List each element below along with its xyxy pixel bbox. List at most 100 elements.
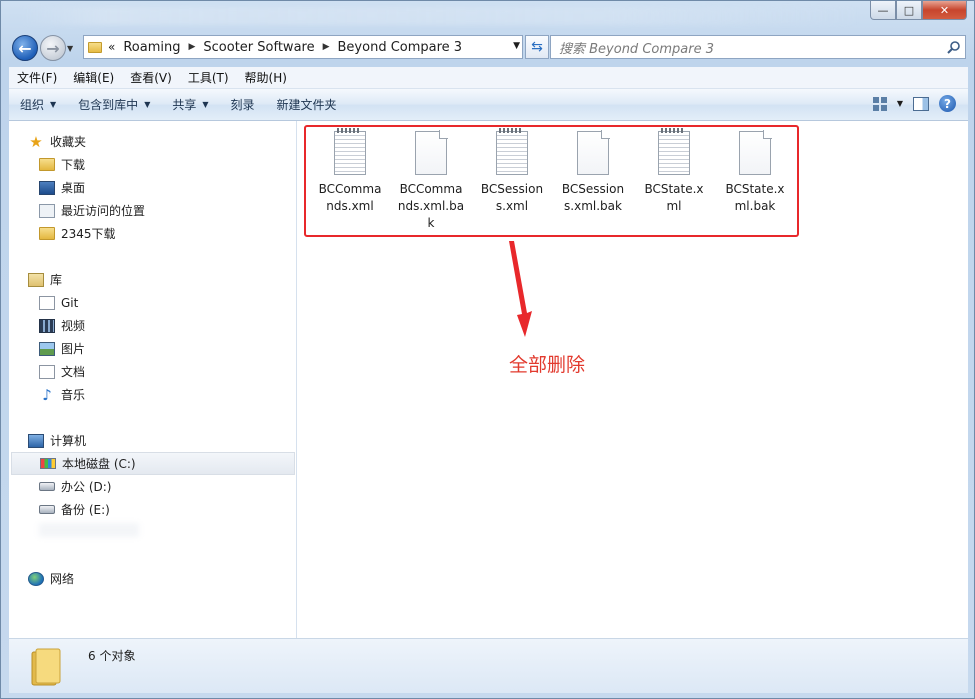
menu-help[interactable]: 帮助(H)	[237, 69, 295, 86]
annotation-text: 全部删除	[509, 354, 586, 376]
caption-buttons: — □ ✕	[870, 1, 967, 20]
recent-pages-dropdown[interactable]: ▼	[67, 44, 73, 53]
sidebar-item-libraries[interactable]: 库	[9, 268, 296, 291]
status-bar: 6 个对象	[9, 638, 968, 693]
music-note-icon: ♪	[42, 385, 52, 404]
sidebar-item-computer[interactable]: 计算机	[9, 429, 296, 452]
library-icon	[28, 272, 44, 287]
git-library-icon	[39, 295, 55, 310]
title-bar	[21, 7, 861, 25]
menu-bar: 文件(F) 编辑(E) 查看(V) 工具(T) 帮助(H)	[9, 67, 968, 89]
sidebar-item-music[interactable]: ♪ 音乐	[9, 383, 296, 406]
refresh-button[interactable]: ⇆	[525, 35, 549, 59]
search-placeholder: 搜索 Beyond Compare 3	[559, 41, 714, 57]
sidebar-item-label: 网络	[50, 572, 75, 586]
recent-places-icon	[39, 203, 55, 218]
organize-button[interactable]: 组织 ▼	[9, 96, 67, 113]
sidebar-item-pictures[interactable]: 图片	[9, 337, 296, 360]
command-bar-right: ▼ ?	[872, 95, 956, 112]
breadcrumb-item[interactable]: Scooter Software	[203, 40, 314, 55]
menu-view[interactable]: 查看(V)	[122, 69, 180, 86]
breadcrumb-overflow[interactable]: «	[108, 40, 115, 54]
sidebar-item-label: 最近访问的位置	[61, 204, 146, 218]
chevron-down-icon: ▼	[202, 100, 209, 109]
navigation-pane: ★ 收藏夹 下载 桌面 最近访问的位置 2345下载 库 Git 视频 图片 文…	[9, 121, 297, 638]
star-icon: ★	[29, 132, 43, 151]
chevron-down-icon[interactable]: ▼	[513, 41, 520, 51]
video-icon	[39, 318, 55, 333]
document-icon	[39, 364, 55, 379]
chevron-down-icon: ▼	[144, 100, 151, 109]
include-in-library-label: 包含到库中	[78, 98, 139, 112]
include-in-library-button[interactable]: 包含到库中 ▼	[67, 96, 161, 113]
highlight-box	[304, 125, 799, 237]
sidebar-item-label: 音乐	[61, 388, 86, 402]
menu-tools[interactable]: 工具(T)	[180, 69, 237, 86]
menu-edit[interactable]: 编辑(E)	[65, 69, 122, 86]
change-view-icon[interactable]	[872, 96, 887, 111]
sidebar-item-documents[interactable]: 文档	[9, 360, 296, 383]
sidebar-item-git[interactable]: Git	[9, 291, 296, 314]
breadcrumb-item[interactable]: Roaming	[123, 40, 180, 55]
sidebar-item-drive-c[interactable]: 本地磁盘 (C:)	[11, 452, 295, 475]
sidebar-item-label: 桌面	[61, 181, 86, 195]
chevron-right-icon[interactable]: ▶	[323, 42, 330, 52]
sidebar-item-network[interactable]: 网络	[9, 567, 296, 590]
system-drive-icon	[40, 458, 56, 469]
sidebar-item-recent-places[interactable]: 最近访问的位置	[9, 199, 296, 222]
sidebar-item-label: Git	[61, 295, 79, 310]
sidebar-item-drive-d[interactable]: 办公 (D:)	[9, 475, 296, 498]
drive-icon	[39, 482, 55, 491]
sidebar-item-label: 备份 (E:)	[61, 503, 110, 517]
breadcrumb-item[interactable]: Beyond Compare 3	[338, 40, 463, 55]
folder-icon	[31, 648, 61, 686]
close-button[interactable]: ✕	[922, 1, 967, 20]
address-bar[interactable]: « Roaming ▶ Scooter Software ▶ Beyond Co…	[83, 35, 523, 59]
minimize-button[interactable]: —	[870, 1, 896, 20]
drive-icon	[39, 505, 55, 514]
sidebar-item-2345-downloads[interactable]: 2345下载	[9, 222, 296, 245]
explorer-window: — □ ✕ ← → ▼ « Roaming ▶ Scooter Software…	[0, 0, 975, 699]
menu-file[interactable]: 文件(F)	[9, 69, 65, 86]
forward-arrow-icon: →	[46, 38, 60, 58]
command-bar: 组织 ▼ 包含到库中 ▼ 共享 ▼ 刻录 新建文件夹 ▼ ?	[9, 89, 968, 121]
sidebar-item-downloads[interactable]: 下载	[9, 153, 296, 176]
chevron-down-icon[interactable]: ▼	[897, 99, 903, 108]
sidebar-item-drive-e[interactable]: 备份 (E:)	[9, 498, 296, 521]
new-folder-label: 新建文件夹	[276, 98, 337, 112]
downloads-folder-icon	[39, 158, 55, 171]
picture-icon	[39, 341, 55, 356]
red-arrow-icon	[509, 241, 532, 337]
item-count: 6 个对象	[88, 649, 136, 663]
sidebar-item-label: 文档	[61, 365, 86, 379]
search-icon[interactable]	[947, 40, 961, 54]
burn-label: 刻录	[230, 98, 255, 112]
burn-button[interactable]: 刻录	[220, 96, 266, 113]
sidebar-item-videos[interactable]: 视频	[9, 314, 296, 337]
preview-pane-icon[interactable]	[913, 96, 929, 111]
help-icon[interactable]: ?	[939, 95, 956, 112]
folder-icon	[39, 227, 55, 240]
folder-icon	[88, 41, 102, 53]
forward-button[interactable]: →	[40, 35, 66, 61]
refresh-icon: ⇆	[531, 39, 543, 55]
navigation-row: ← → ▼ « Roaming ▶ Scooter Software ▶ Bey…	[9, 33, 969, 61]
sidebar-item-label: 收藏夹	[50, 135, 87, 149]
sidebar-item-label: 图片	[61, 342, 86, 356]
sidebar-item-label: 计算机	[50, 434, 87, 448]
back-arrow-icon: ←	[18, 38, 32, 58]
blurred-item	[39, 523, 139, 537]
sidebar-item-label: 本地磁盘 (C:)	[62, 457, 136, 471]
computer-icon	[28, 433, 44, 448]
maximize-button[interactable]: □	[896, 1, 922, 20]
new-folder-button[interactable]: 新建文件夹	[266, 96, 348, 113]
sidebar-item-favorites[interactable]: ★ 收藏夹	[9, 130, 296, 153]
sidebar-item-label: 2345下载	[61, 227, 116, 241]
chevron-right-icon[interactable]: ▶	[188, 42, 195, 52]
network-icon	[28, 571, 44, 586]
search-input[interactable]: 搜索 Beyond Compare 3	[550, 35, 966, 59]
share-button[interactable]: 共享 ▼	[161, 96, 219, 113]
chevron-down-icon: ▼	[50, 100, 57, 109]
sidebar-item-desktop[interactable]: 桌面	[9, 176, 296, 199]
back-button[interactable]: ←	[12, 35, 38, 61]
